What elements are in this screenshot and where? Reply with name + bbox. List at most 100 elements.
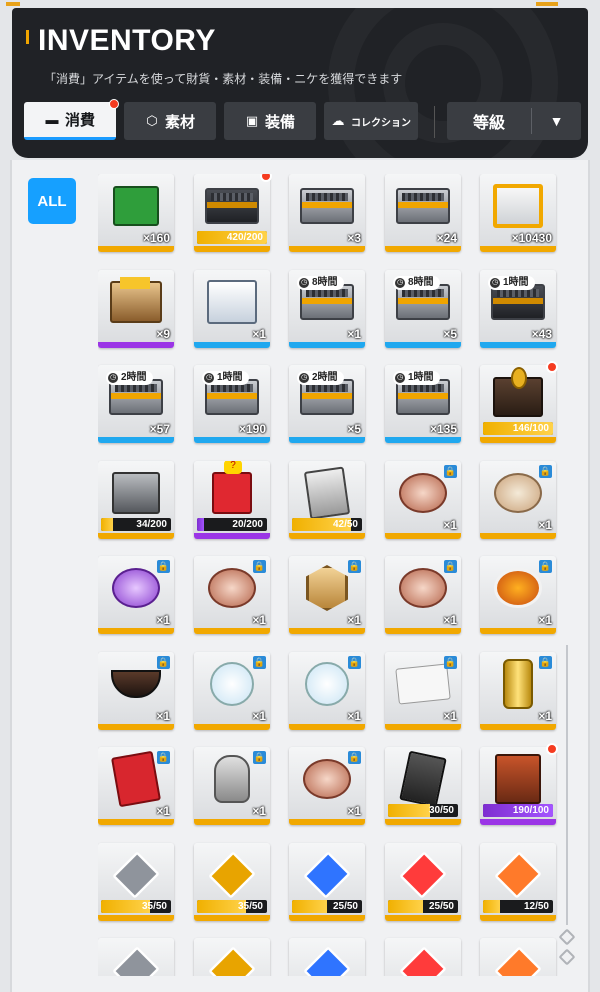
clock-icon: ◷ (299, 278, 309, 288)
timer-badge: ◷ 2時間 (297, 371, 344, 385)
item-ssr-gem-orange[interactable]: 12/50 (480, 843, 556, 921)
item-gem-partial-silver[interactable] (98, 938, 174, 976)
item-white-crate[interactable]: ×1 (194, 270, 270, 348)
item-keychain-b[interactable]: 🔒 ×1 (289, 652, 365, 730)
lock-icon: 🔒 (253, 656, 266, 669)
item-count: ×1 (156, 613, 170, 627)
item-art (202, 276, 262, 328)
item-count: ×43 (531, 327, 552, 341)
clock-icon: ◷ (204, 373, 214, 383)
item-purple-jelly[interactable]: 🔒 ×1 (98, 556, 174, 634)
rarity-strip (385, 628, 461, 634)
item-1h-case[interactable]: ◷ 1時間 ×43 (480, 270, 556, 348)
sort-dropdown[interactable]: 等級 ▼ (447, 102, 581, 140)
rarity-strip (480, 915, 556, 921)
item-rust-chest[interactable]: 190/100 (480, 747, 556, 825)
item-gift-bundle[interactable]: ×160 (98, 174, 174, 252)
rarity-strip (98, 915, 174, 921)
item-orange-plate[interactable]: 🔒 ×1 (480, 556, 556, 634)
tab-material[interactable]: ⬡ 素材 (124, 102, 216, 140)
crate-icon (207, 280, 257, 324)
item-art (202, 849, 262, 901)
item-8h-case-b[interactable]: ◷ 8時間 ×5 (385, 270, 461, 348)
progress-text: 12/50 (523, 901, 549, 912)
crate-icon (112, 472, 160, 514)
item-gem-partial-blue[interactable] (289, 938, 365, 976)
item-gem-partial-gold[interactable] (194, 938, 270, 976)
item-ssr-gem-silver[interactable]: 35/50 (98, 843, 174, 921)
item-gem-partial-orange[interactable] (480, 938, 556, 976)
timer-label: 2時間 (312, 372, 338, 383)
item-ssr-gem-blue[interactable]: 25/50 (289, 843, 365, 921)
tab-collection[interactable]: ☁ コレクション (324, 102, 418, 140)
item-art: ? (202, 461, 262, 519)
progress-text: 25/50 (428, 901, 454, 912)
item-stone-figure[interactable]: 🔒 ×1 (194, 747, 270, 825)
cake-icon (399, 568, 447, 608)
category-tabs: ▬ 消費 ⬡ 素材 ▣ 装備 ☁ コレクション (24, 99, 418, 140)
item-art (106, 849, 166, 901)
dark-case-icon (205, 188, 259, 224)
item-gold-case[interactable]: ×3 (289, 174, 365, 252)
filter-all-button[interactable]: ALL (28, 178, 76, 224)
item-count: ×190 (238, 422, 266, 436)
item-art (393, 180, 453, 232)
item-ssr-gem-red[interactable]: 25/50 (385, 843, 461, 921)
item-dark-card[interactable]: 30/50 (385, 747, 461, 825)
item-1h-case-c[interactable]: ◷ 1時間 ×135 (385, 365, 461, 443)
item-count: ×160 (142, 231, 170, 245)
item-cake-doll[interactable]: 🔒 ×1 (385, 461, 461, 539)
item-art (393, 750, 453, 808)
item-mystery-box[interactable]: ? 20/200 (194, 461, 270, 539)
item-2h-case-a[interactable]: ◷ 2時間 ×57 (98, 365, 174, 443)
lock-icon: 🔒 (348, 751, 361, 764)
item-2h-case-b[interactable]: ◷ 2時間 ×5 (289, 365, 365, 443)
item-count: ×10430 (511, 231, 552, 245)
item-letter[interactable]: 🔒 ×1 (385, 652, 461, 730)
rarity-strip (385, 342, 461, 348)
item-cardboard-box[interactable]: ×9 (98, 270, 174, 348)
consumable-icon: ▬ (45, 112, 59, 127)
tab-consumable[interactable]: ▬ 消費 (24, 99, 119, 140)
lock-icon: 🔒 (444, 560, 457, 573)
jelly-icon (112, 568, 160, 608)
progress-bar: 12/50 (483, 900, 553, 913)
card-icon (399, 750, 447, 808)
item-layer-cake[interactable]: 🔒 ×1 (289, 747, 365, 825)
progress-bar: 25/50 (388, 900, 458, 913)
tab-equipment[interactable]: ▣ 装備 (224, 102, 316, 140)
item-art (488, 367, 548, 423)
item-keychain-a[interactable]: 🔒 ×1 (194, 652, 270, 730)
item-gold-medal[interactable]: 🔒 ×1 (289, 556, 365, 634)
clock-icon: ◷ (395, 278, 405, 288)
progress-bar: 42/50 (292, 518, 362, 531)
item-black-case[interactable]: 420/200 (194, 174, 270, 252)
item-gold-coin-chest[interactable]: 146/100 (480, 365, 556, 443)
item-dumplings[interactable]: 🔒 ×1 (480, 461, 556, 539)
item-grey-crate[interactable]: 34/200 (98, 461, 174, 539)
item-red-notebook[interactable]: 🔒 ×1 (98, 747, 174, 825)
item-silver-gold-case[interactable]: ×24 (385, 174, 461, 252)
rarity-strip (98, 724, 174, 730)
item-8h-case-a[interactable]: ◷ 8時間 ×1 (289, 270, 365, 348)
rarity-strip (194, 533, 270, 539)
scrollbar[interactable] (566, 645, 568, 925)
figure-icon (214, 755, 250, 803)
gem-icon (494, 851, 542, 899)
progress-bar: 420/200 (197, 231, 267, 244)
sort-label: 等級 (472, 115, 505, 132)
item-1h-case-b[interactable]: ◷ 1時間 ×190 (194, 365, 270, 443)
item-choco-cake[interactable]: 🔒 ×1 (194, 556, 270, 634)
item-art (297, 466, 357, 520)
item-gem-partial-red[interactable] (385, 938, 461, 976)
item-hot-pot[interactable]: 🔒 ×1 (98, 652, 174, 730)
timer-badge: ◷ 1時間 (393, 371, 440, 385)
item-ssr-gem-gold[interactable]: 35/50 (194, 843, 270, 921)
item-cake-15[interactable]: 🔒 ×1 (385, 556, 461, 634)
item-orange-crate[interactable]: ×10430 (480, 174, 556, 252)
progress-bar: 20/200 (197, 518, 267, 531)
item-card-pack[interactable]: 42/50 (289, 461, 365, 539)
progress-bar: 34/200 (101, 518, 171, 531)
item-gold-can[interactable]: 🔒 ×1 (480, 652, 556, 730)
rarity-strip (289, 724, 365, 730)
